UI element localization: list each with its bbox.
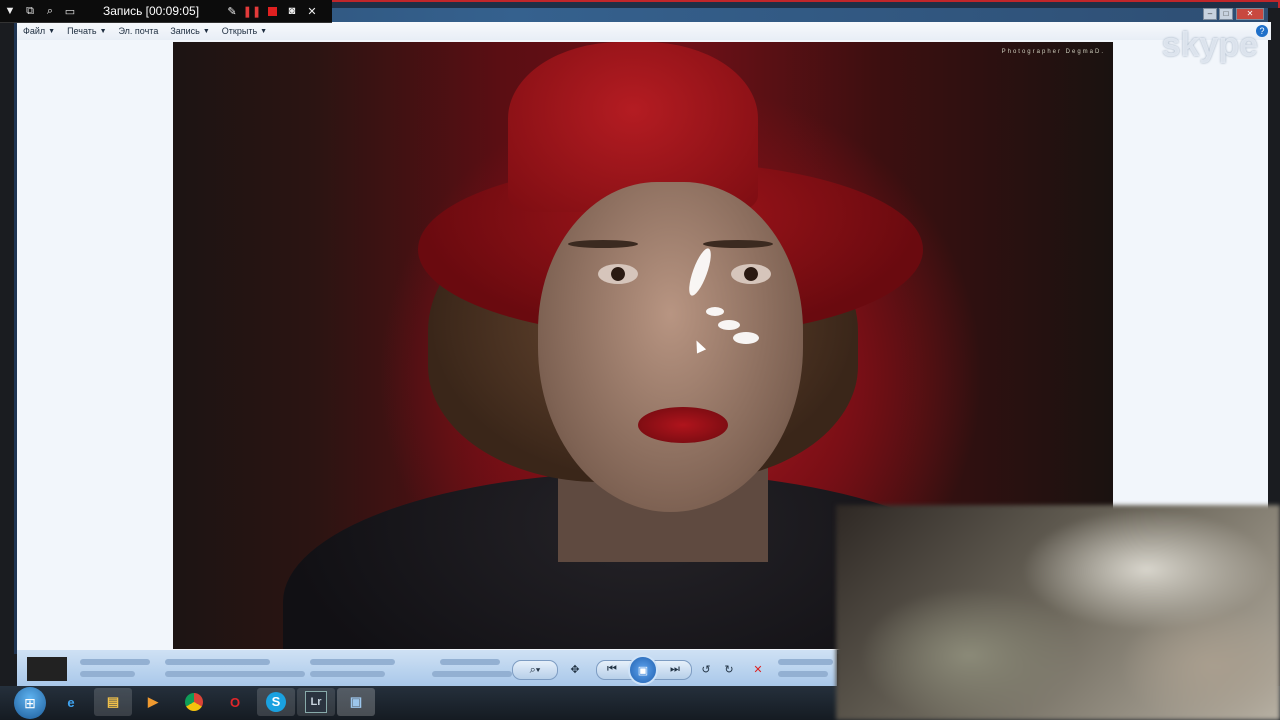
fit-window-button[interactable]: ✥ xyxy=(566,660,584,678)
blurred-text xyxy=(440,659,500,665)
blurred-text xyxy=(310,659,395,665)
next-icon: ⏭ xyxy=(670,662,680,675)
chevron-down-icon: ▼ xyxy=(202,27,210,35)
lips-shape xyxy=(638,407,728,443)
right-brow-shape xyxy=(703,240,773,248)
menu-file[interactable]: Файл ▼ xyxy=(23,26,55,36)
recording-region-frame xyxy=(330,0,1280,8)
menu-open-label: Открыть xyxy=(221,26,258,36)
explorer-icon[interactable]: ▤ xyxy=(94,688,132,716)
thumbnail[interactable] xyxy=(27,657,67,681)
skype-icon[interactable]: S xyxy=(257,688,295,716)
skype-icon-label: S xyxy=(266,692,286,712)
blurred-text xyxy=(310,671,385,677)
right-eye-shape xyxy=(731,264,771,284)
pen-icon[interactable]: ✎ xyxy=(222,0,242,22)
delete-icon: ✕ xyxy=(753,663,763,676)
region-icon[interactable]: ▭ xyxy=(60,0,80,22)
light-glare xyxy=(706,307,724,316)
menu-burn[interactable]: Запись ▼ xyxy=(170,26,209,36)
light-glare xyxy=(718,320,740,330)
photo-watermark: Photographer DegmaD. xyxy=(1001,49,1105,55)
delete-button[interactable]: ✕ xyxy=(749,660,767,678)
chevron-down-icon: ▼ xyxy=(260,27,268,35)
chevron-down-icon: ▼ xyxy=(48,27,56,35)
menu-print-label: Печать xyxy=(67,26,97,36)
photo-viewer-icon[interactable]: ▣ xyxy=(337,688,375,716)
start-button[interactable]: ⊞ xyxy=(14,687,46,719)
rotate-left-button[interactable]: ↺ xyxy=(697,660,715,678)
light-glare xyxy=(733,332,759,344)
blurred-text xyxy=(432,671,512,677)
close-icon[interactable]: ✕ xyxy=(302,0,322,22)
slideshow-icon: ▣ xyxy=(637,664,649,677)
face-shape xyxy=(538,182,803,512)
rotate-right-button[interactable]: ↻ xyxy=(720,660,738,678)
ie-icon[interactable]: e xyxy=(52,688,90,716)
camera-icon[interactable]: ◙ xyxy=(282,0,302,22)
pause-icon[interactable]: ❚❚ xyxy=(242,0,262,22)
recording-timer: Запись [00:09:05] xyxy=(102,4,200,18)
blurred-text xyxy=(778,659,833,665)
menu-triangle-icon[interactable]: ▼ xyxy=(0,0,20,22)
zoom-icon[interactable]: ⌕ xyxy=(40,0,60,22)
maximize-button[interactable]: □ xyxy=(1219,8,1233,20)
stop-icon[interactable] xyxy=(262,0,282,22)
blurred-webcam-overlay xyxy=(836,505,1280,720)
minimize-button[interactable]: – xyxy=(1203,8,1217,20)
menu-bar: Файл ▼ Печать ▼ Эл. почта Запись ▼ Открыть ▼ xyxy=(17,22,1271,40)
chevron-down-icon: ▼ xyxy=(99,27,107,35)
fit-window-icon: ✥ xyxy=(570,663,580,676)
rotate-left-icon: ↺ xyxy=(701,663,711,676)
slideshow-button[interactable]: ▣ xyxy=(628,655,658,685)
magnifier-icon: ⌕▾ xyxy=(529,663,541,676)
opera-icon[interactable]: O xyxy=(216,688,254,716)
menu-file-label: Файл xyxy=(23,26,46,36)
blurred-text xyxy=(80,671,135,677)
rotate-right-icon: ↻ xyxy=(724,663,734,676)
skype-logo: skype xyxy=(1161,26,1258,64)
media-player-icon[interactable]: ▶ xyxy=(134,688,172,716)
blurred-text xyxy=(80,659,150,665)
left-eye-shape xyxy=(598,264,638,284)
menu-print[interactable]: Печать ▼ xyxy=(67,26,106,36)
menu-email-label: Эл. почта xyxy=(118,26,159,36)
previous-button[interactable]: ⏮ xyxy=(601,660,623,678)
windows-logo-icon: ⊞ xyxy=(24,694,36,711)
next-button[interactable]: ⏭ xyxy=(664,660,686,678)
menu-open[interactable]: Открыть ▼ xyxy=(222,26,267,36)
lightroom-icon-label: Lr xyxy=(305,691,327,713)
blurred-text xyxy=(778,671,828,677)
blurred-text xyxy=(165,671,305,677)
window-close-button[interactable]: ✕ xyxy=(1236,8,1264,20)
blurred-text xyxy=(165,659,270,665)
menu-burn-label: Запись xyxy=(170,26,200,36)
zoom-button[interactable]: ⌕▾ xyxy=(512,660,558,680)
recorder-toolbar: ▼ ⧉ ⌕ ▭ Запись [00:09:05] ✎ ❚❚ ◙ ✕ xyxy=(0,0,332,23)
chrome-icon[interactable] xyxy=(175,688,213,716)
previous-icon: ⏮ xyxy=(607,662,617,675)
left-brow-shape xyxy=(568,240,638,248)
restore-icon[interactable]: ⧉ xyxy=(20,0,40,22)
lightroom-icon[interactable]: Lr xyxy=(297,688,335,716)
menu-email[interactable]: Эл. почта xyxy=(119,26,159,36)
